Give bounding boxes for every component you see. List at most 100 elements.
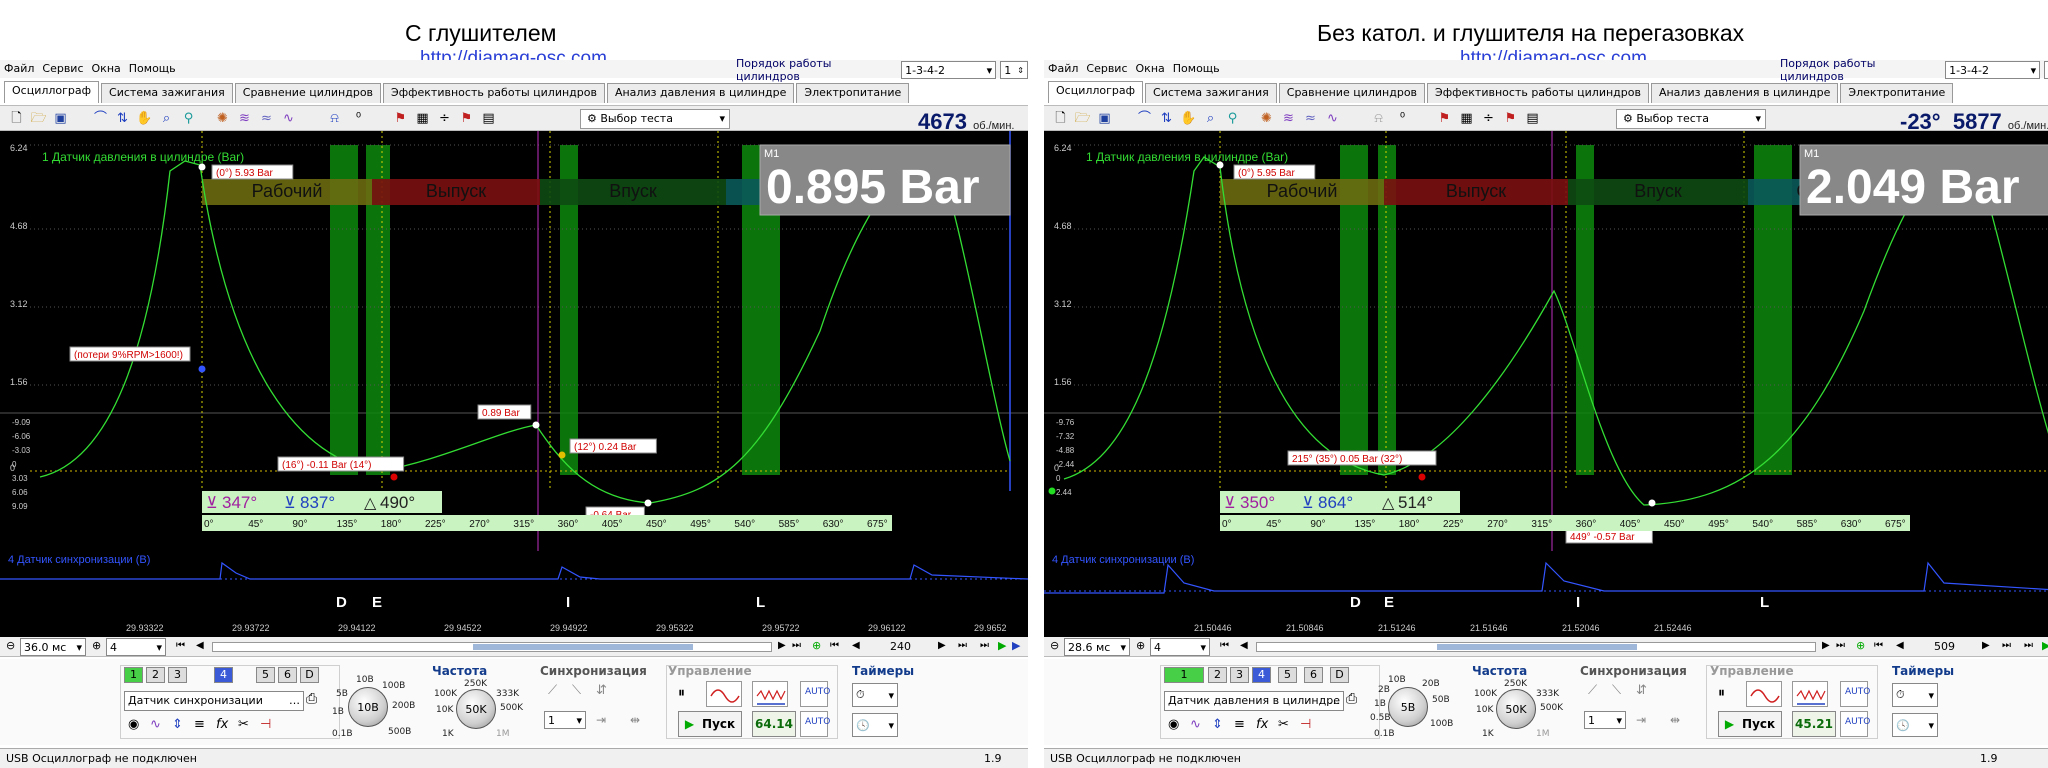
new-file-icon[interactable]: 🗋: [1052, 110, 1069, 127]
notes-icon[interactable]: ▤: [1524, 110, 1541, 127]
continuous-icon[interactable]: [1792, 681, 1828, 707]
pause-icon[interactable]: ⏸: [678, 685, 685, 701]
channel-button-6[interactable]: 6: [1304, 667, 1323, 683]
channel-button-3[interactable]: 3: [168, 667, 187, 683]
tools-icon[interactable]: ✂: [238, 717, 249, 732]
volts-knob[interactable]: 10В: [348, 687, 388, 727]
probe-settings-icon[interactable]: ⎙: [306, 691, 317, 707]
both-edges-icon[interactable]: ⇵: [1636, 683, 1647, 698]
tab-power-supply[interactable]: Электропитание: [1840, 83, 1954, 103]
marker-icon[interactable]: ⚲: [1224, 110, 1241, 127]
play-loop-icon[interactable]: ▶: [1012, 639, 1020, 652]
eye-icon[interactable]: ◉: [1168, 717, 1179, 732]
timer-select-2[interactable]: 🕓 ▾: [1892, 713, 1938, 737]
wave-shape-icon[interactable]: ∿: [1190, 717, 1201, 732]
channel-number-select[interactable]: 4 ▾: [106, 638, 166, 656]
sync-channel-select[interactable]: 1 ▾: [1584, 711, 1626, 729]
first-frame-icon[interactable]: ⏮: [176, 640, 185, 651]
tab-power-supply[interactable]: Электропитание: [796, 83, 910, 103]
zero-offset-icon[interactable]: ⁰: [350, 110, 367, 127]
cylinder-marker-icon[interactable]: ⚑: [392, 110, 409, 127]
divide-icon[interactable]: ÷: [436, 110, 453, 127]
oscilloscope-display[interactable]: 6.24 4.68 3.12 1.56 0 1 Датчик давления в цил…: [1044, 131, 2048, 641]
play-icon[interactable]: ▶: [998, 639, 1006, 652]
zero-offset-icon[interactable]: ⁰: [1394, 110, 1411, 127]
zoom-in-icon[interactable]: ⊕: [92, 639, 101, 652]
prev-icon[interactable]: ◀: [1240, 640, 1248, 651]
tab-cylinder-efficiency[interactable]: Эффективность работы цилиндров: [1427, 83, 1649, 103]
auto-start-icon[interactable]: AUTO: [1840, 711, 1870, 737]
new-file-icon[interactable]: 🗋: [8, 110, 25, 127]
eye-icon[interactable]: ◉: [128, 717, 139, 732]
sync-forward-icon[interactable]: ⇥: [596, 713, 606, 727]
channel-number-select[interactable]: 4 ▾: [1150, 638, 1210, 656]
auto-icon[interactable]: ⍾: [326, 110, 343, 127]
overlay-icon[interactable]: ∿: [280, 110, 297, 127]
menu-help[interactable]: Помощь: [125, 60, 180, 77]
tab-cylinder-compare[interactable]: Сравнение цилиндров: [1278, 83, 1426, 103]
frame-next-icon[interactable]: ▶: [938, 640, 946, 651]
channel-button-2[interactable]: 2: [1208, 667, 1227, 683]
timebase-select[interactable]: 28.6 мс ▾: [1064, 638, 1130, 656]
wave-icon[interactable]: ≋: [1280, 110, 1297, 127]
menu-service[interactable]: Сервис: [1082, 60, 1131, 77]
channel-button-6[interactable]: 6: [278, 667, 297, 683]
flag-icon[interactable]: ⚑: [458, 110, 475, 127]
open-folder-icon[interactable]: 🗁: [30, 110, 47, 127]
tab-ignition[interactable]: Система зажигания: [101, 83, 233, 103]
invert-icon[interactable]: ⇕: [172, 717, 183, 732]
frequency-knob[interactable]: 50K: [1496, 689, 1536, 729]
timer-select[interactable]: ⏱ ▾: [852, 683, 898, 707]
menu-windows[interactable]: Окна: [88, 60, 125, 77]
marker-icon[interactable]: ⚲: [180, 110, 197, 127]
tab-oscilloscope[interactable]: Осциллограф: [4, 81, 100, 103]
falling-edge-icon[interactable]: ⟍: [1612, 683, 1621, 698]
first-frame-icon[interactable]: ⏮: [1220, 640, 1229, 651]
oscilloscope-display[interactable]: 6.24 4.68 3.12 1.56 0 1 Датчик давления в цил…: [0, 131, 1028, 641]
wave-icon[interactable]: ≋: [236, 110, 253, 127]
zoom-out-icon[interactable]: ⊖: [1050, 639, 1059, 652]
sync-forward-icon[interactable]: ⇥: [1636, 713, 1646, 727]
frequency-knob[interactable]: 50K: [456, 689, 496, 729]
tools-icon[interactable]: ✂: [1278, 717, 1289, 732]
falling-edge-icon[interactable]: ⟍: [572, 683, 581, 698]
menu-service[interactable]: Сервис: [38, 60, 87, 77]
wave-compare-icon[interactable]: ≈: [258, 110, 275, 127]
wave-shape-icon[interactable]: ∿: [150, 717, 161, 732]
timer-select[interactable]: ⏱ ▾: [1892, 683, 1938, 707]
channel-button-1[interactable]: 1: [124, 667, 143, 683]
invert-icon[interactable]: ⇕: [1212, 717, 1223, 732]
divide-icon[interactable]: ÷: [1480, 110, 1497, 127]
zoom-icon[interactable]: ⌕: [158, 110, 175, 127]
filter-icon[interactable]: ✺: [1258, 110, 1275, 127]
zoom-in-icon[interactable]: ⊕: [1136, 639, 1145, 652]
tab-pressure-analysis[interactable]: Анализ давления в цилиндре: [1650, 83, 1839, 103]
wave-compare-icon[interactable]: ≈: [1302, 110, 1319, 127]
add-frame-icon[interactable]: ⊕: [1856, 639, 1865, 652]
hand-pan-icon[interactable]: ✋: [136, 110, 153, 127]
auto-mode-icon[interactable]: AUTO: [800, 681, 830, 707]
menu-file[interactable]: Файл: [1044, 60, 1082, 77]
frame-scrollbar[interactable]: [1256, 642, 1816, 652]
grid-icon[interactable]: ▦: [414, 110, 431, 127]
prev-icon[interactable]: ◀: [196, 640, 204, 651]
volts-knob[interactable]: 5В: [1388, 687, 1428, 727]
channel-button-5[interactable]: 5: [1278, 667, 1297, 683]
filter-icon[interactable]: ✺: [214, 110, 231, 127]
cylinder-marker-icon[interactable]: ⚑: [1436, 110, 1453, 127]
tab-cylinder-compare[interactable]: Сравнение цилиндров: [234, 83, 382, 103]
function-icon[interactable]: fx: [1256, 717, 1268, 732]
tab-oscilloscope[interactable]: Осциллограф: [1048, 81, 1144, 103]
notes-icon[interactable]: ▤: [480, 110, 497, 127]
rising-edge-icon[interactable]: ⟋: [548, 683, 557, 698]
channel-button-5[interactable]: 5: [256, 667, 275, 683]
list-icon[interactable]: ≡: [194, 717, 205, 732]
single-shot-icon[interactable]: [706, 681, 742, 707]
rising-edge-icon[interactable]: ⟋: [1588, 683, 1597, 698]
timer-select-2[interactable]: 🕓 ▾: [852, 713, 898, 737]
menu-help[interactable]: Помощь: [1169, 60, 1224, 77]
sync-channel-select[interactable]: 1 ▾: [544, 711, 586, 729]
tab-pressure-analysis[interactable]: Анализ давления в цилиндре: [606, 83, 795, 103]
channel-button-d[interactable]: D: [1330, 667, 1349, 683]
overlay-icon[interactable]: ∿: [1324, 110, 1341, 127]
